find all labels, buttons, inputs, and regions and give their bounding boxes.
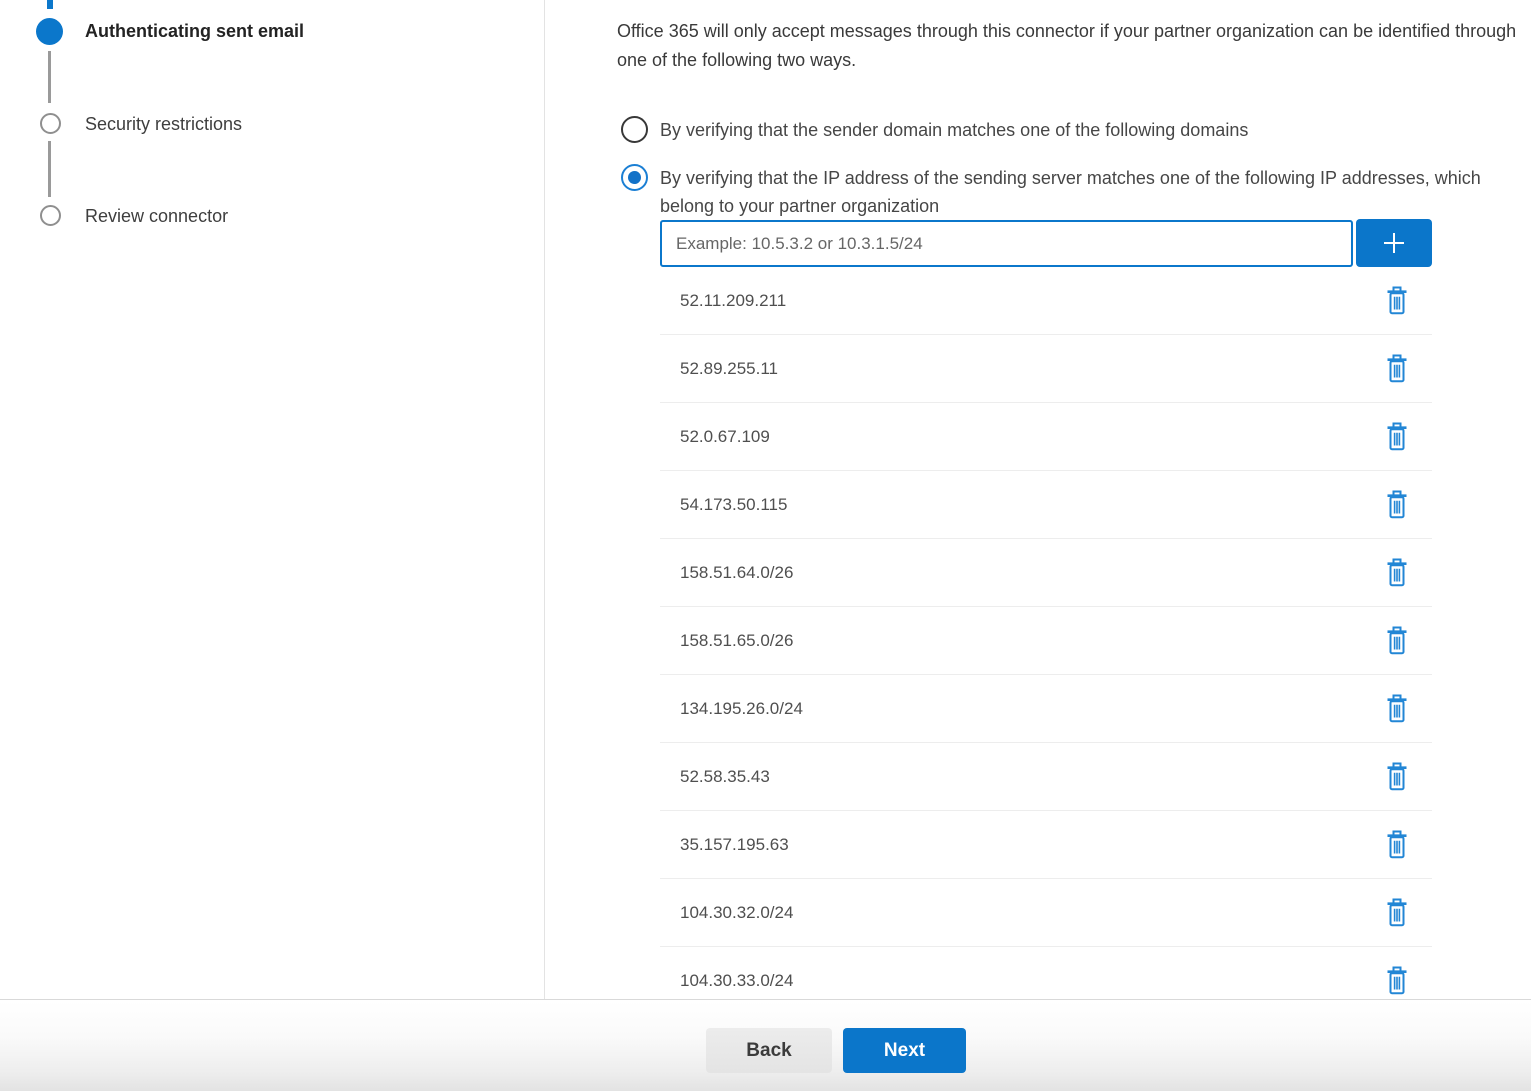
ip-address: 104.30.33.0/24 (680, 971, 793, 991)
delete-ip-button[interactable] (1384, 966, 1410, 996)
ip-address: 52.0.67.109 (680, 427, 770, 447)
delete-ip-button[interactable] (1384, 626, 1410, 656)
ip-row: 134.195.26.0/24 (660, 675, 1432, 743)
ip-row: 52.89.255.11 (660, 335, 1432, 403)
step-circle-icon (40, 205, 61, 226)
ip-section: 52.11.209.211 52.89.255.11 52.0.67.109 (660, 220, 1432, 1000)
delete-ip-button[interactable] (1384, 286, 1410, 316)
ip-address: 35.157.195.63 (680, 835, 789, 855)
ip-address: 134.195.26.0/24 (680, 699, 803, 719)
radio-option-ip-address[interactable]: By verifying that the IP address of the … (621, 164, 1490, 220)
trash-icon (1385, 354, 1409, 383)
wizard-content: Authenticating sent email Security restr… (0, 0, 1531, 1000)
trash-icon (1385, 694, 1409, 723)
ip-row: 54.173.50.115 (660, 471, 1432, 539)
ip-address: 52.89.255.11 (680, 359, 778, 379)
step-circle-icon (40, 113, 61, 134)
ip-address: 54.173.50.115 (680, 495, 787, 515)
ip-row: 52.58.35.43 (660, 743, 1432, 811)
step-authenticating-sent-email[interactable]: Authenticating sent email (85, 21, 304, 42)
ip-input-row (660, 220, 1432, 267)
delete-ip-button[interactable] (1384, 422, 1410, 452)
ip-row: 158.51.64.0/26 (660, 539, 1432, 607)
plus-icon (1380, 229, 1408, 257)
stepper-connector-line (48, 51, 51, 103)
ip-row: 104.30.32.0/24 (660, 879, 1432, 947)
trash-icon (1385, 422, 1409, 451)
trash-icon (1385, 830, 1409, 859)
radio-option-label: By verifying that the IP address of the … (660, 164, 1490, 220)
trash-icon (1385, 286, 1409, 315)
ip-row: 104.30.33.0/24 (660, 947, 1432, 1000)
step-active-indicator-icon (36, 18, 63, 45)
trash-icon (1385, 762, 1409, 791)
wizard-steps-sidebar: Authenticating sent email Security restr… (0, 0, 545, 1000)
stepper-connector-line (48, 141, 51, 197)
next-button[interactable]: Next (843, 1028, 966, 1073)
radio-option-sender-domain[interactable]: By verifying that the sender domain matc… (621, 116, 1248, 144)
ip-row: 52.11.209.211 (660, 267, 1432, 335)
connector-wizard-screen: Authenticating sent email Security restr… (0, 0, 1531, 1091)
delete-ip-button[interactable] (1384, 694, 1410, 724)
ip-row: 158.51.65.0/26 (660, 607, 1432, 675)
ip-address: 158.51.64.0/26 (680, 563, 793, 583)
stepper-line-previous (47, 0, 53, 9)
wizard-footer: Back Next (0, 1001, 1531, 1091)
step-review-connector[interactable]: Review connector (85, 206, 228, 227)
trash-icon (1385, 558, 1409, 587)
ip-address: 158.51.65.0/26 (680, 631, 793, 651)
trash-icon (1385, 898, 1409, 927)
ip-row: 52.0.67.109 (660, 403, 1432, 471)
trash-icon (1385, 966, 1409, 995)
step-security-restrictions[interactable]: Security restrictions (85, 114, 242, 135)
radio-option-label: By verifying that the sender domain matc… (660, 116, 1248, 144)
trash-icon (1385, 626, 1409, 655)
ip-address-input[interactable] (660, 220, 1353, 267)
page-description: Office 365 will only accept messages thr… (617, 17, 1531, 75)
delete-ip-button[interactable] (1384, 830, 1410, 860)
delete-ip-button[interactable] (1384, 762, 1410, 792)
delete-ip-button[interactable] (1384, 490, 1410, 520)
add-ip-button[interactable] (1356, 219, 1432, 267)
radio-unselected-icon[interactable] (621, 116, 648, 143)
back-button[interactable]: Back (706, 1028, 832, 1073)
delete-ip-button[interactable] (1384, 558, 1410, 588)
delete-ip-button[interactable] (1384, 898, 1410, 928)
ip-row: 35.157.195.63 (660, 811, 1432, 879)
ip-address: 104.30.32.0/24 (680, 903, 793, 923)
radio-dot (628, 171, 641, 184)
radio-selected-icon[interactable] (621, 164, 648, 191)
ip-list: 52.11.209.211 52.89.255.11 52.0.67.109 (660, 267, 1432, 1000)
ip-address: 52.11.209.211 (680, 291, 786, 311)
delete-ip-button[interactable] (1384, 354, 1410, 384)
trash-icon (1385, 490, 1409, 519)
ip-address: 52.58.35.43 (680, 767, 770, 787)
